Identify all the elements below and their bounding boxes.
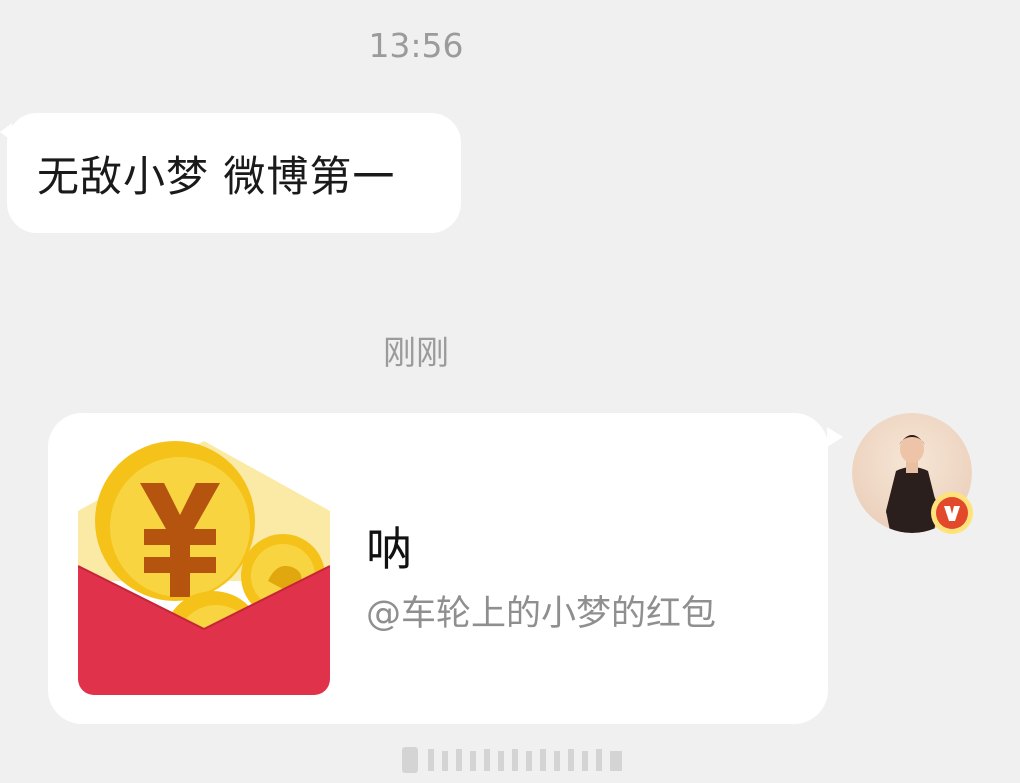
red-packet-card[interactable]: 呐 @车轮上的小梦的红包 [48,413,843,724]
avatar[interactable] [852,413,973,534]
message-bubble[interactable]: 无敌小梦 微博第一 [0,113,461,233]
message-text: 无敌小梦 微博第一 [37,151,396,201]
watermark-image [402,747,622,773]
verified-badge-icon [931,492,973,534]
timestamp-top: 13:56 [368,26,464,65]
timestamp-recent: 刚刚 [383,333,449,372]
red-packet-subtitle: @车轮上的小梦的红包 [366,594,717,634]
red-packet-title: 呐 [366,522,412,576]
red-envelope-icon [78,441,330,695]
